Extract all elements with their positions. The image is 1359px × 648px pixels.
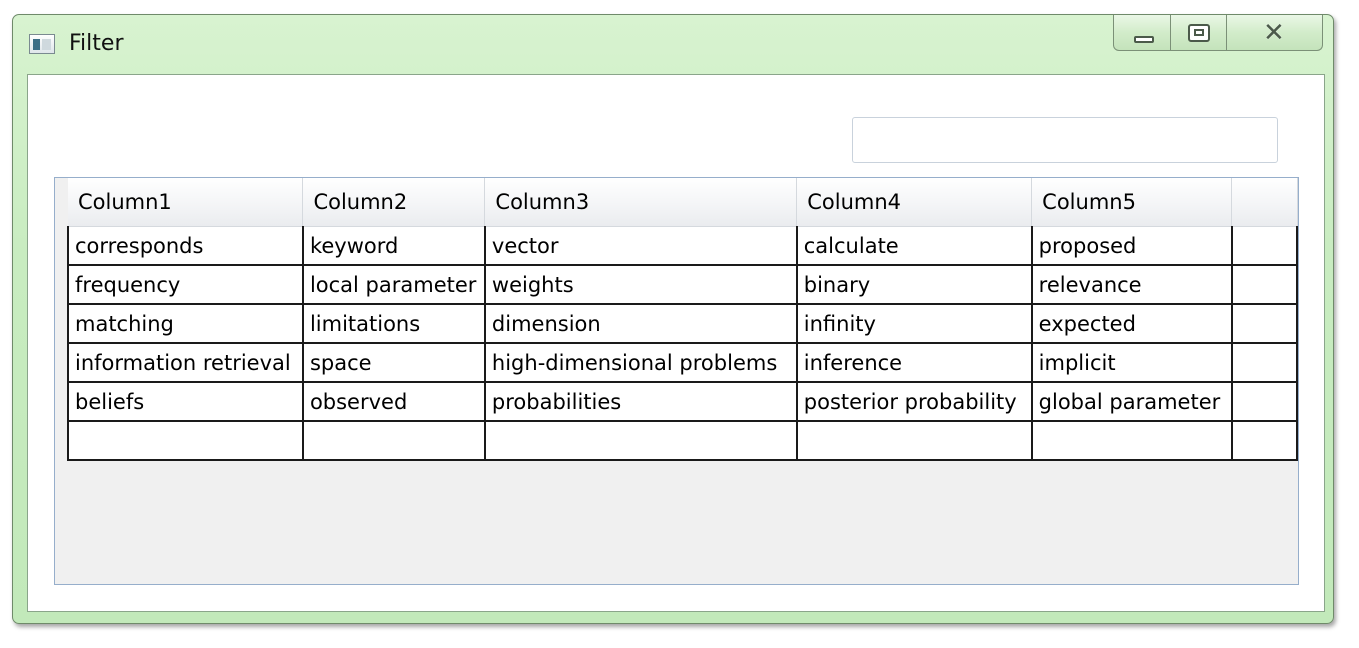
column-header-5[interactable]: Column5 [1031, 178, 1233, 227]
grid-cell[interactable] [67, 421, 304, 461]
table-row[interactable]: information retrieval space high-dimensi… [67, 343, 1299, 383]
filter-search-input[interactable] [852, 117, 1278, 163]
grid-cell[interactable] [301, 421, 486, 461]
grid-cell[interactable]: frequency [67, 265, 304, 305]
app-icon-pane-right [42, 39, 51, 50]
table-row-new[interactable] [67, 421, 1299, 461]
window-title: Filter [69, 31, 124, 56]
table-row[interactable]: frequency local parameter weights binary… [67, 265, 1299, 305]
app-icon-pane-left [33, 39, 40, 50]
minimize-button[interactable] [1113, 15, 1171, 51]
grid-filler-cell [1230, 421, 1299, 461]
table-row[interactable]: matching limitations dimension infinity … [67, 304, 1299, 344]
grid-cell[interactable]: relevance [1030, 265, 1233, 305]
grid-filler-cell [1230, 343, 1299, 383]
grid-cell[interactable]: weights [483, 265, 798, 305]
grid-cell[interactable]: implicit [1030, 343, 1233, 383]
grid-cell[interactable] [795, 421, 1033, 461]
close-button[interactable]: ✕ [1227, 15, 1323, 51]
data-grid[interactable]: Column1 Column2 Column3 Column4 Column5 … [54, 177, 1299, 585]
grid-cell[interactable]: matching [67, 304, 304, 344]
caption-buttons: ✕ [1113, 15, 1323, 55]
grid-cell[interactable]: dimension [483, 304, 798, 344]
title-bar[interactable]: Filter ✕ [13, 15, 1333, 73]
grid-cell[interactable]: expected [1030, 304, 1233, 344]
minimize-icon [1134, 36, 1154, 43]
maximize-button[interactable] [1171, 15, 1227, 51]
grid-cell[interactable]: observed [301, 382, 486, 422]
grid-cell[interactable]: high-dimensional problems [483, 343, 798, 383]
grid-cell[interactable]: probabilities [483, 382, 798, 422]
grid-cell[interactable]: local parameter [301, 265, 486, 305]
grid-header-row: Column1 Column2 Column3 Column4 Column5 [68, 178, 1298, 227]
grid-filler-cell [1230, 265, 1299, 305]
table-row[interactable]: beliefs observed probabilities posterior… [67, 382, 1299, 422]
window-app-icon[interactable] [29, 34, 55, 54]
grid-cell[interactable]: infinity [795, 304, 1033, 344]
filter-window: Filter ✕ Column1 Column2 Column3 Column4… [12, 14, 1334, 624]
grid-cell[interactable]: limitations [301, 304, 486, 344]
grid-filler-cell [1230, 382, 1299, 422]
data-grid-table: Column1 Column2 Column3 Column4 Column5 … [67, 178, 1299, 461]
grid-cell[interactable]: calculate [795, 226, 1033, 266]
grid-filler-cell [1230, 304, 1299, 344]
grid-cell[interactable]: proposed [1030, 226, 1233, 266]
grid-cell[interactable]: keyword [301, 226, 486, 266]
window-client-area: Column1 Column2 Column3 Column4 Column5 … [27, 74, 1325, 612]
grid-cell[interactable]: corresponds [67, 226, 304, 266]
grid-cell[interactable]: information retrieval [67, 343, 304, 383]
maximize-icon [1188, 24, 1210, 42]
column-header-4[interactable]: Column4 [796, 178, 1033, 227]
grid-filler-cell [1230, 226, 1299, 266]
grid-cell[interactable]: vector [483, 226, 798, 266]
grid-cell[interactable]: space [301, 343, 486, 383]
grid-cell[interactable]: global parameter [1030, 382, 1233, 422]
close-icon: ✕ [1263, 18, 1285, 48]
column-header-3[interactable]: Column3 [484, 178, 798, 227]
grid-cell[interactable]: binary [795, 265, 1033, 305]
column-header-1[interactable]: Column1 [68, 178, 304, 227]
table-row[interactable]: corresponds keyword vector calculate pro… [67, 226, 1299, 266]
grid-cell[interactable] [483, 421, 798, 461]
column-header-filler [1231, 178, 1298, 227]
column-header-2[interactable]: Column2 [302, 178, 486, 227]
grid-cell[interactable]: posterior probability [795, 382, 1033, 422]
grid-cell[interactable] [1030, 421, 1233, 461]
grid-cell[interactable]: inference [795, 343, 1033, 383]
grid-cell[interactable]: beliefs [67, 382, 304, 422]
